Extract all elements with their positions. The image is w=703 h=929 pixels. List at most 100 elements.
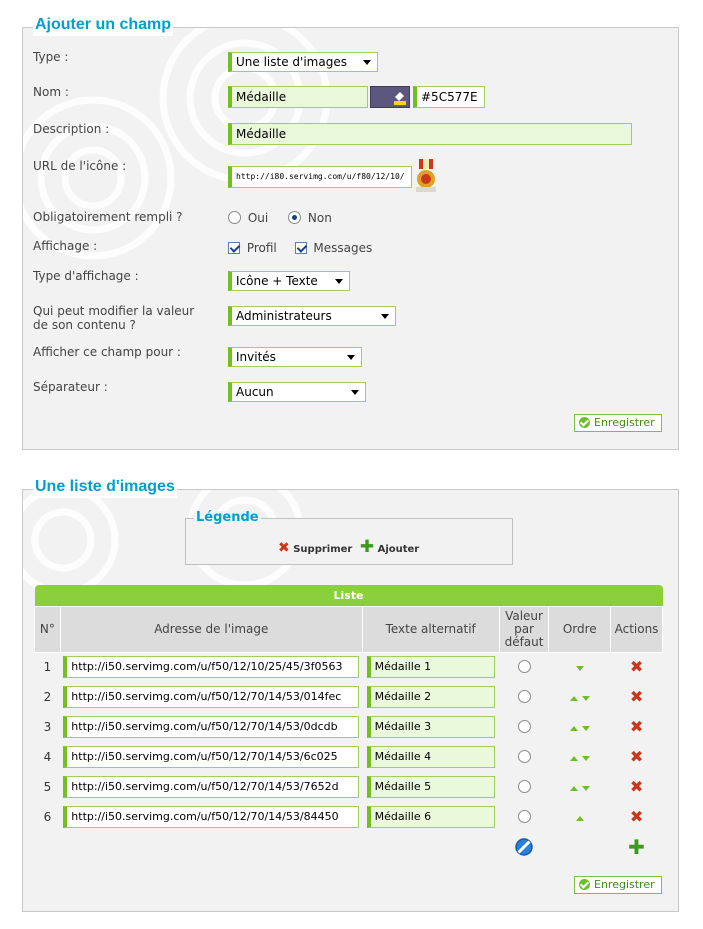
panel-title: Ajouter un champ xyxy=(33,14,174,36)
add-field-panel: Ajouter un champ Type : Une liste d'imag… xyxy=(22,14,679,450)
image-list-panel: Une liste d'images Légende ✖ Supprimer ✚… xyxy=(22,476,679,912)
paint-bucket-icon xyxy=(394,92,406,105)
alt-text-input[interactable]: Médaille 4 xyxy=(366,746,495,768)
move-up-icon[interactable] xyxy=(575,816,584,821)
chevron-down-icon xyxy=(351,390,359,395)
order-controls xyxy=(549,772,611,802)
move-up-icon[interactable] xyxy=(569,786,578,791)
move-up-icon[interactable] xyxy=(569,756,578,761)
description-label: Description : xyxy=(33,122,110,136)
show-for-label: Afficher ce champ pour : xyxy=(33,345,181,359)
delete-icon[interactable]: ✖ xyxy=(630,807,643,826)
table-row: 6 http://i50.servimg.com/u/f50/12/70/14/5… xyxy=(35,802,663,832)
chevron-down-icon xyxy=(363,60,371,65)
image-url-input[interactable]: http://i50.servimg.com/u/f50/12/70/14/53… xyxy=(63,686,360,708)
order-controls xyxy=(549,802,611,832)
oui-radio[interactable] xyxy=(228,211,241,224)
table-row: 4 http://i50.servimg.com/u/f50/12/70/14/5… xyxy=(35,742,663,772)
table-caption: Liste xyxy=(34,585,663,606)
table-row: 3 http://i50.servimg.com/u/f50/12/70/14/5… xyxy=(35,712,663,742)
color-picker-button[interactable] xyxy=(370,86,410,108)
default-radio[interactable] xyxy=(517,750,531,763)
legend-box: Légende ✖ Supprimer ✚ Ajouter xyxy=(185,511,513,565)
alt-text-input[interactable]: Médaille 6 xyxy=(366,806,495,828)
nom-label: Nom : xyxy=(33,85,69,99)
order-controls xyxy=(549,682,611,712)
profil-label: Profil xyxy=(246,241,277,255)
separator-value: Aucun xyxy=(236,385,274,399)
show-for-select[interactable]: Invités xyxy=(228,347,362,367)
default-radio[interactable] xyxy=(517,780,531,793)
row-number: 5 xyxy=(43,780,52,794)
delete-icon[interactable]: ✖ xyxy=(630,687,643,706)
chevron-down-icon xyxy=(347,355,355,360)
save-list-button[interactable]: Enregistrer xyxy=(574,876,662,894)
panel-title: Une liste d'images xyxy=(33,476,177,498)
display-type-label: Type d'affichage : xyxy=(33,269,139,283)
check-circle-icon xyxy=(579,417,590,428)
legend-items: ✖ Supprimer ✚ Ajouter xyxy=(278,538,419,556)
col-header-default-l3: défaut xyxy=(504,634,544,649)
move-up-icon[interactable] xyxy=(569,726,578,731)
col-header-num: N° xyxy=(34,605,61,653)
alt-text-input[interactable]: Médaille 1 xyxy=(366,656,495,679)
alt-text-input[interactable]: Médaille 2 xyxy=(366,686,495,708)
col-header-address: Adresse de l'image xyxy=(59,605,363,653)
order-controls xyxy=(549,712,611,742)
nom-input[interactable]: Médaille xyxy=(228,86,368,108)
medal-icon xyxy=(416,159,436,192)
move-down-icon[interactable] xyxy=(581,786,590,791)
delete-icon[interactable]: ✖ xyxy=(630,747,643,766)
modify-select[interactable]: Administrateurs xyxy=(228,306,396,326)
image-url-input[interactable]: http://i50.servimg.com/u/f50/12/10/25/45… xyxy=(63,656,360,679)
delete-icon: ✖ xyxy=(278,540,290,556)
move-down-icon[interactable] xyxy=(581,696,590,701)
default-radio[interactable] xyxy=(517,690,531,703)
move-down-icon[interactable] xyxy=(581,756,590,761)
add-row-icon[interactable]: ✚ xyxy=(628,835,645,859)
check-circle-icon xyxy=(579,879,590,890)
icon-url-input[interactable]: http://i80.servimg.com/u/f80/12/10/ xyxy=(228,166,412,188)
type-select-value: Une liste d'images xyxy=(236,55,347,69)
row-number: 3 xyxy=(43,720,52,734)
profil-checkbox[interactable] xyxy=(228,242,240,254)
move-down-icon[interactable] xyxy=(575,666,584,672)
color-input[interactable]: #5C577E xyxy=(413,86,485,108)
image-url-input[interactable]: http://i50.servimg.com/u/f50/12/70/14/53… xyxy=(63,746,360,768)
default-radio[interactable] xyxy=(517,810,531,823)
messages-checkbox[interactable] xyxy=(294,242,307,254)
row-number: 6 xyxy=(43,810,52,824)
display-type-select[interactable]: Icône + Texte xyxy=(228,271,350,291)
save-button-label: Enregistrer xyxy=(594,416,655,429)
move-down-icon[interactable] xyxy=(581,726,590,731)
table-body: 1 http://i50.servimg.com/u/f50/12/10/25/4… xyxy=(35,652,663,832)
col-header-default: Valeur par défaut xyxy=(498,605,550,653)
chevron-down-icon xyxy=(381,314,389,319)
default-radio[interactable] xyxy=(517,720,531,733)
default-radio[interactable] xyxy=(517,660,531,674)
move-up-icon[interactable] xyxy=(569,696,578,701)
image-list-table: Liste N° Adresse de l'image Texte altern… xyxy=(34,585,663,862)
non-radio[interactable] xyxy=(288,211,302,224)
delete-icon[interactable]: ✖ xyxy=(630,777,643,796)
delete-icon[interactable]: ✖ xyxy=(630,717,643,736)
image-url-input[interactable]: http://i50.servimg.com/u/f50/12/70/14/53… xyxy=(63,806,360,828)
reset-default-icon[interactable] xyxy=(514,837,534,857)
delete-icon[interactable]: ✖ xyxy=(630,657,643,676)
display-checkbox-group: Profil Messages xyxy=(228,241,372,255)
save-button[interactable]: Enregistrer xyxy=(574,414,662,432)
row-number: 1 xyxy=(43,660,52,675)
alt-text-input[interactable]: Médaille 5 xyxy=(366,776,495,798)
separator-label: Séparateur : xyxy=(33,380,108,394)
col-header-order: Ordre xyxy=(548,605,612,653)
image-url-input[interactable]: http://i50.servimg.com/u/f50/12/70/14/53… xyxy=(63,776,360,798)
type-select[interactable]: Une liste d'images xyxy=(228,52,378,72)
non-label: Non xyxy=(307,211,332,225)
legend-title: Légende xyxy=(194,510,261,525)
image-url-input[interactable]: http://i50.servimg.com/u/f50/12/70/14/53… xyxy=(63,716,360,738)
url-label: URL de l'icône : xyxy=(33,159,127,173)
separator-select[interactable]: Aucun xyxy=(228,382,366,402)
description-input[interactable]: Médaille xyxy=(228,123,632,145)
legend-delete-label: Supprimer xyxy=(293,544,353,555)
alt-text-input[interactable]: Médaille 3 xyxy=(366,716,495,738)
